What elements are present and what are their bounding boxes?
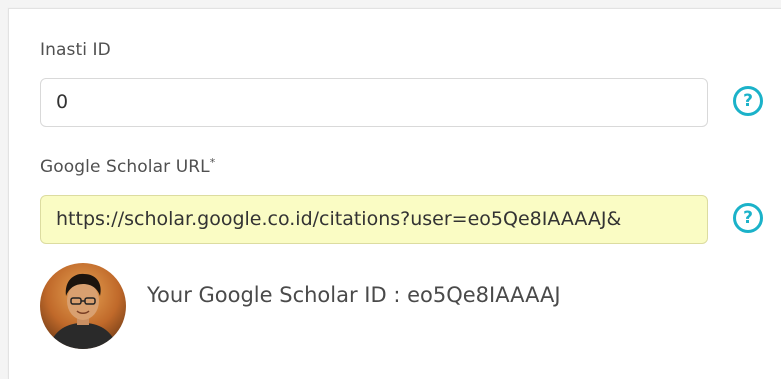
inasti-id-label: Inasti ID — [40, 40, 111, 60]
scholar-url-label: Google Scholar URL* — [40, 156, 216, 177]
question-circle-icon[interactable]: ? — [733, 203, 763, 233]
inasti-id-input[interactable]: 0 — [40, 78, 708, 127]
required-mark: * — [209, 156, 216, 169]
scholar-id-text: Your Google Scholar ID : eo5Qe8IAAAAJ — [147, 283, 561, 307]
question-circle-icon[interactable]: ? — [733, 86, 763, 116]
scholar-url-label-text: Google Scholar URL — [40, 157, 210, 177]
avatar — [40, 263, 126, 349]
user-avatar-photo — [40, 263, 126, 349]
form-panel — [8, 8, 781, 379]
scholar-url-input[interactable]: https://scholar.google.co.id/citations?u… — [40, 195, 708, 244]
